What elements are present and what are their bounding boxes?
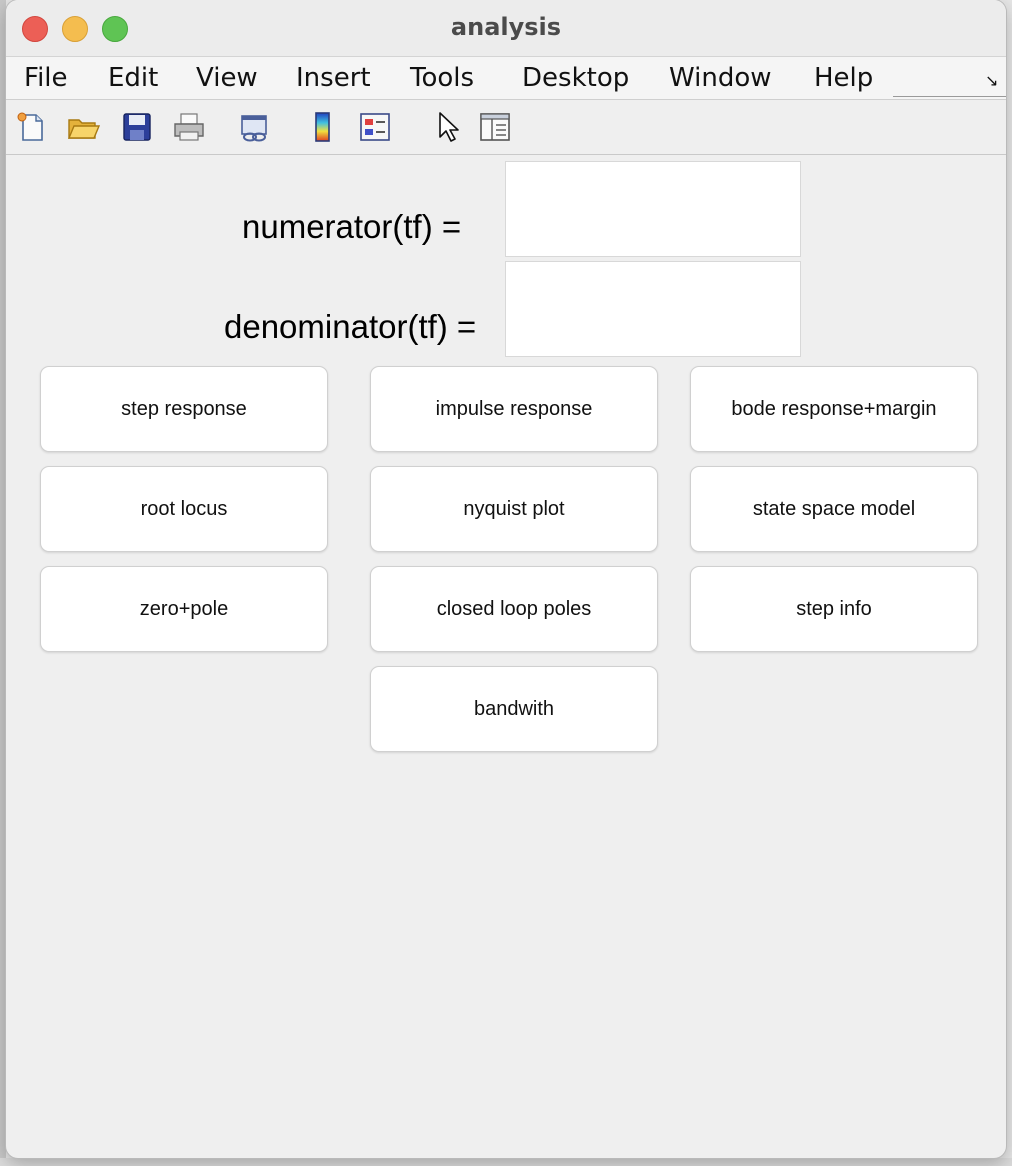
pointer-icon[interactable] [432,110,466,144]
title-bar: analysis [6,0,1006,57]
property-editor-icon[interactable] [478,110,512,144]
root-locus-button[interactable]: root locus [40,466,328,552]
menu-divider [893,96,1006,97]
step-response-button[interactable]: step response [40,366,328,452]
save-icon[interactable] [120,110,154,144]
menu-desktop[interactable]: Desktop [522,61,629,95]
menu-tools[interactable]: Tools [410,61,474,95]
impulse-response-button[interactable]: impulse response [370,366,658,452]
bandwith-button[interactable]: bandwith [370,666,658,752]
numerator-label: numerator(tf) = [242,208,462,245]
menu-overflow-icon[interactable]: ↘ [985,71,998,90]
step-info-button[interactable]: step info [690,566,978,652]
analysis-window: analysis File Edit View Insert Tools Des… [6,0,1006,1158]
numerator-input[interactable] [505,161,801,257]
nyquist-plot-button[interactable]: nyquist plot [370,466,658,552]
legend-icon[interactable] [358,110,392,144]
menu-view[interactable]: View [196,61,258,95]
menu-edit[interactable]: Edit [108,61,158,95]
new-figure-icon[interactable] [14,110,48,144]
toolbar [6,100,1006,155]
print-icon[interactable] [172,110,206,144]
menu-insert[interactable]: Insert [296,61,371,95]
background-bottom-edge [0,1158,1012,1166]
colorbar-icon[interactable] [306,110,340,144]
state-space-model-button[interactable]: state space model [690,466,978,552]
bode-response-margin-button[interactable]: bode response+margin [690,366,978,452]
menu-bar: File Edit View Insert Tools Desktop Wind… [6,57,1006,100]
menu-help[interactable]: Help [814,61,873,95]
menu-file[interactable]: File [24,61,68,95]
menu-window[interactable]: Window [669,61,772,95]
denominator-input[interactable] [505,261,801,357]
open-file-icon[interactable] [66,110,100,144]
denominator-label: denominator(tf) = [224,308,477,345]
window-title: analysis [450,13,562,41]
link-plot-icon[interactable] [238,110,272,144]
zero-pole-button[interactable]: zero+pole [40,566,328,652]
closed-loop-poles-button[interactable]: closed loop poles [370,566,658,652]
